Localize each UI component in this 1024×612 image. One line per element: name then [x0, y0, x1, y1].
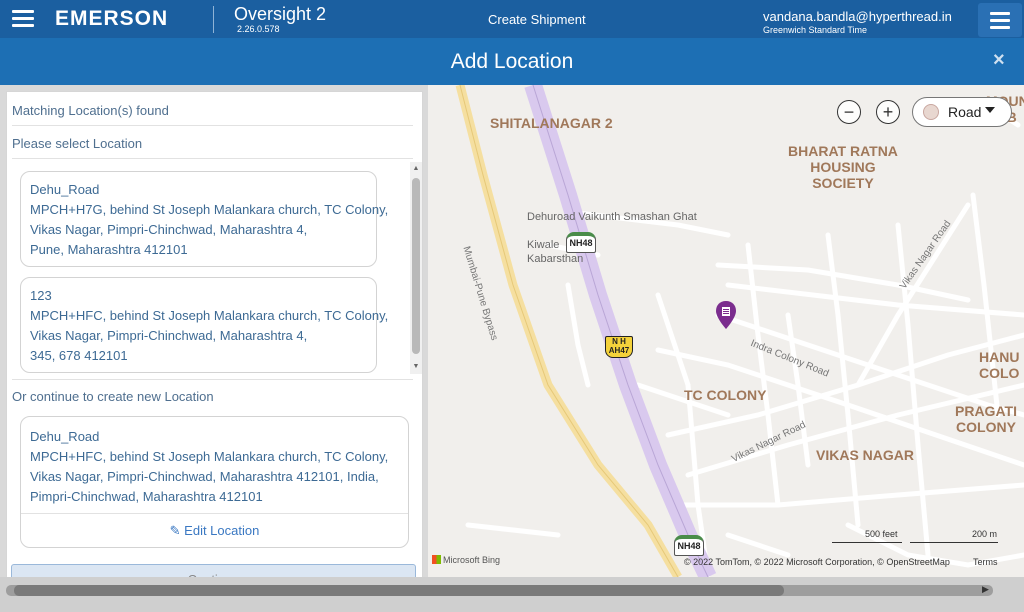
scale-bar [910, 542, 998, 543]
top-bar: EMERSON Oversight 2 2.26.0.578 Create Sh… [0, 0, 1024, 38]
scroll-up-icon[interactable]: ▲ [411, 164, 421, 174]
location-address-line: Pimpri-Chinchwad, Maharashtra 412101 [30, 489, 263, 504]
location-address-line: Pune, Maharashtra 412101 [30, 242, 188, 257]
scale-bar [832, 542, 902, 543]
location-address-line: MPCH+HFC, behind St Joseph Malankara chu… [30, 449, 389, 464]
poi-label: Dehuroad Vaikunth Smashan Ghat [527, 211, 697, 223]
divider [12, 158, 413, 159]
main-menu-icon[interactable] [12, 10, 34, 28]
edit-icon: ✎ [169, 523, 181, 538]
area-label: TC COLONY [684, 387, 767, 403]
bing-icon [432, 555, 441, 564]
location-list-scrollbar[interactable]: ▲ ▼ [410, 162, 422, 374]
map-type-label: Road [948, 104, 982, 120]
location-address-line: Vikas Nagar, Pimpri-Chinchwad, Maharasht… [30, 328, 308, 343]
dialog-title: Add Location [450, 50, 574, 73]
user-email[interactable]: vandana.bandla@hyperthread.in [763, 9, 952, 24]
location-name: Dehu_Road [30, 429, 100, 444]
divider [21, 513, 408, 514]
highway-shield: NH48 [674, 535, 704, 556]
scroll-down-icon[interactable]: ▼ [411, 362, 421, 372]
location-name: Dehu_Road [30, 182, 100, 197]
shield-line: AH47 [608, 346, 630, 355]
highway-shield: N H AH47 [605, 336, 633, 358]
create-heading: Or continue to create new Location [12, 389, 214, 404]
area-label: SHITALANAGAR 2 [490, 115, 613, 131]
user-timezone: Greenwich Standard Time [763, 25, 868, 35]
location-address-line: MPCH+HFC, behind St Joseph Malankara chu… [30, 308, 389, 323]
location-panel: Matching Location(s) found Please select… [6, 91, 423, 607]
map-type-select[interactable]: Road [912, 97, 1012, 127]
location-card[interactable]: Dehu_Road MPCH+H7G, behind St Joseph Mal… [20, 171, 389, 267]
zoom-in-button[interactable]: + [876, 100, 900, 124]
divider [12, 379, 413, 380]
horizontal-scrollbar[interactable]: ▶ [0, 577, 1024, 612]
location-address-line: Vikas Nagar, Pimpri-Chinchwad, Maharasht… [30, 222, 308, 237]
select-heading: Please select Location [12, 136, 143, 151]
location-name: 123 [30, 288, 52, 303]
scrollbar-thumb[interactable] [412, 178, 420, 354]
area-label-line: SOCIETY [812, 175, 874, 191]
area-label-line: COLONY [956, 419, 1016, 435]
edit-location-link[interactable]: ✎ Edit Location [21, 523, 408, 539]
scroll-right-icon[interactable]: ▶ [982, 584, 989, 595]
matching-heading: Matching Location(s) found [12, 103, 169, 118]
area-label-line: HANU [979, 349, 1020, 365]
map-roads [428, 85, 1024, 577]
close-icon[interactable]: × [993, 49, 1005, 72]
divider [12, 125, 413, 126]
shield-line: N H [612, 337, 626, 346]
road-icon [923, 104, 939, 120]
app-name: Oversight 2 [234, 4, 327, 24]
new-location-card: Dehu_Road MPCH+HFC, behind St Joseph Mal… [20, 416, 409, 548]
location-address-line: 345, 678 412101 [30, 348, 128, 363]
map-copyright: © 2022 TomTom, © 2022 Microsoft Corporat… [684, 557, 950, 567]
bing-logo: Microsoft Bing [432, 555, 500, 565]
zoom-out-button[interactable]: − [837, 100, 861, 124]
user-menu-button[interactable] [978, 3, 1022, 37]
poi-label-line: Kabarsthan [527, 253, 584, 265]
area-label: PRAGATI COLONY [955, 403, 1017, 435]
scale-meters: 200 m [972, 529, 998, 539]
terms-link[interactable]: Terms [973, 557, 998, 567]
location-card[interactable]: 123 MPCH+HFC, behind St Joseph Malankara… [20, 277, 389, 373]
brand-logo: EMERSON [55, 7, 169, 30]
scale-feet: 500 feet [865, 529, 898, 539]
provider-label: Microsoft Bing [443, 555, 501, 565]
map-view[interactable]: SHITALANAGAR 2 BHARAT RATNA HOUSING SOCI… [428, 85, 1024, 577]
brand-divider [213, 6, 214, 33]
scrollbar-thumb[interactable] [14, 585, 784, 596]
area-label: HANU COLO [979, 349, 1019, 381]
area-label: VIKAS NAGAR [816, 447, 915, 463]
app-version: 2.26.0.578 [237, 24, 280, 34]
chevron-down-icon [985, 107, 995, 113]
location-address-line: Vikas Nagar, Pimpri-Chinchwad, Maharasht… [30, 469, 379, 484]
highway-shield: NH48 [566, 232, 596, 253]
area-label-line: PRAGATI [955, 403, 1017, 419]
menu-icon [990, 12, 1010, 33]
page-title: Create Shipment [488, 12, 586, 27]
edit-location-label: Edit Location [184, 523, 260, 538]
dialog-header: Add Location × [0, 38, 1024, 85]
area-label: BHARAT RATNA HOUSING SOCIETY [788, 143, 898, 191]
location-address-line: MPCH+H7G, behind St Joseph Malankara chu… [30, 202, 389, 217]
area-label-line: HOUSING [810, 159, 876, 175]
area-label-line: COLO [979, 365, 1020, 381]
area-label-line: BHARAT RATNA [788, 143, 898, 159]
